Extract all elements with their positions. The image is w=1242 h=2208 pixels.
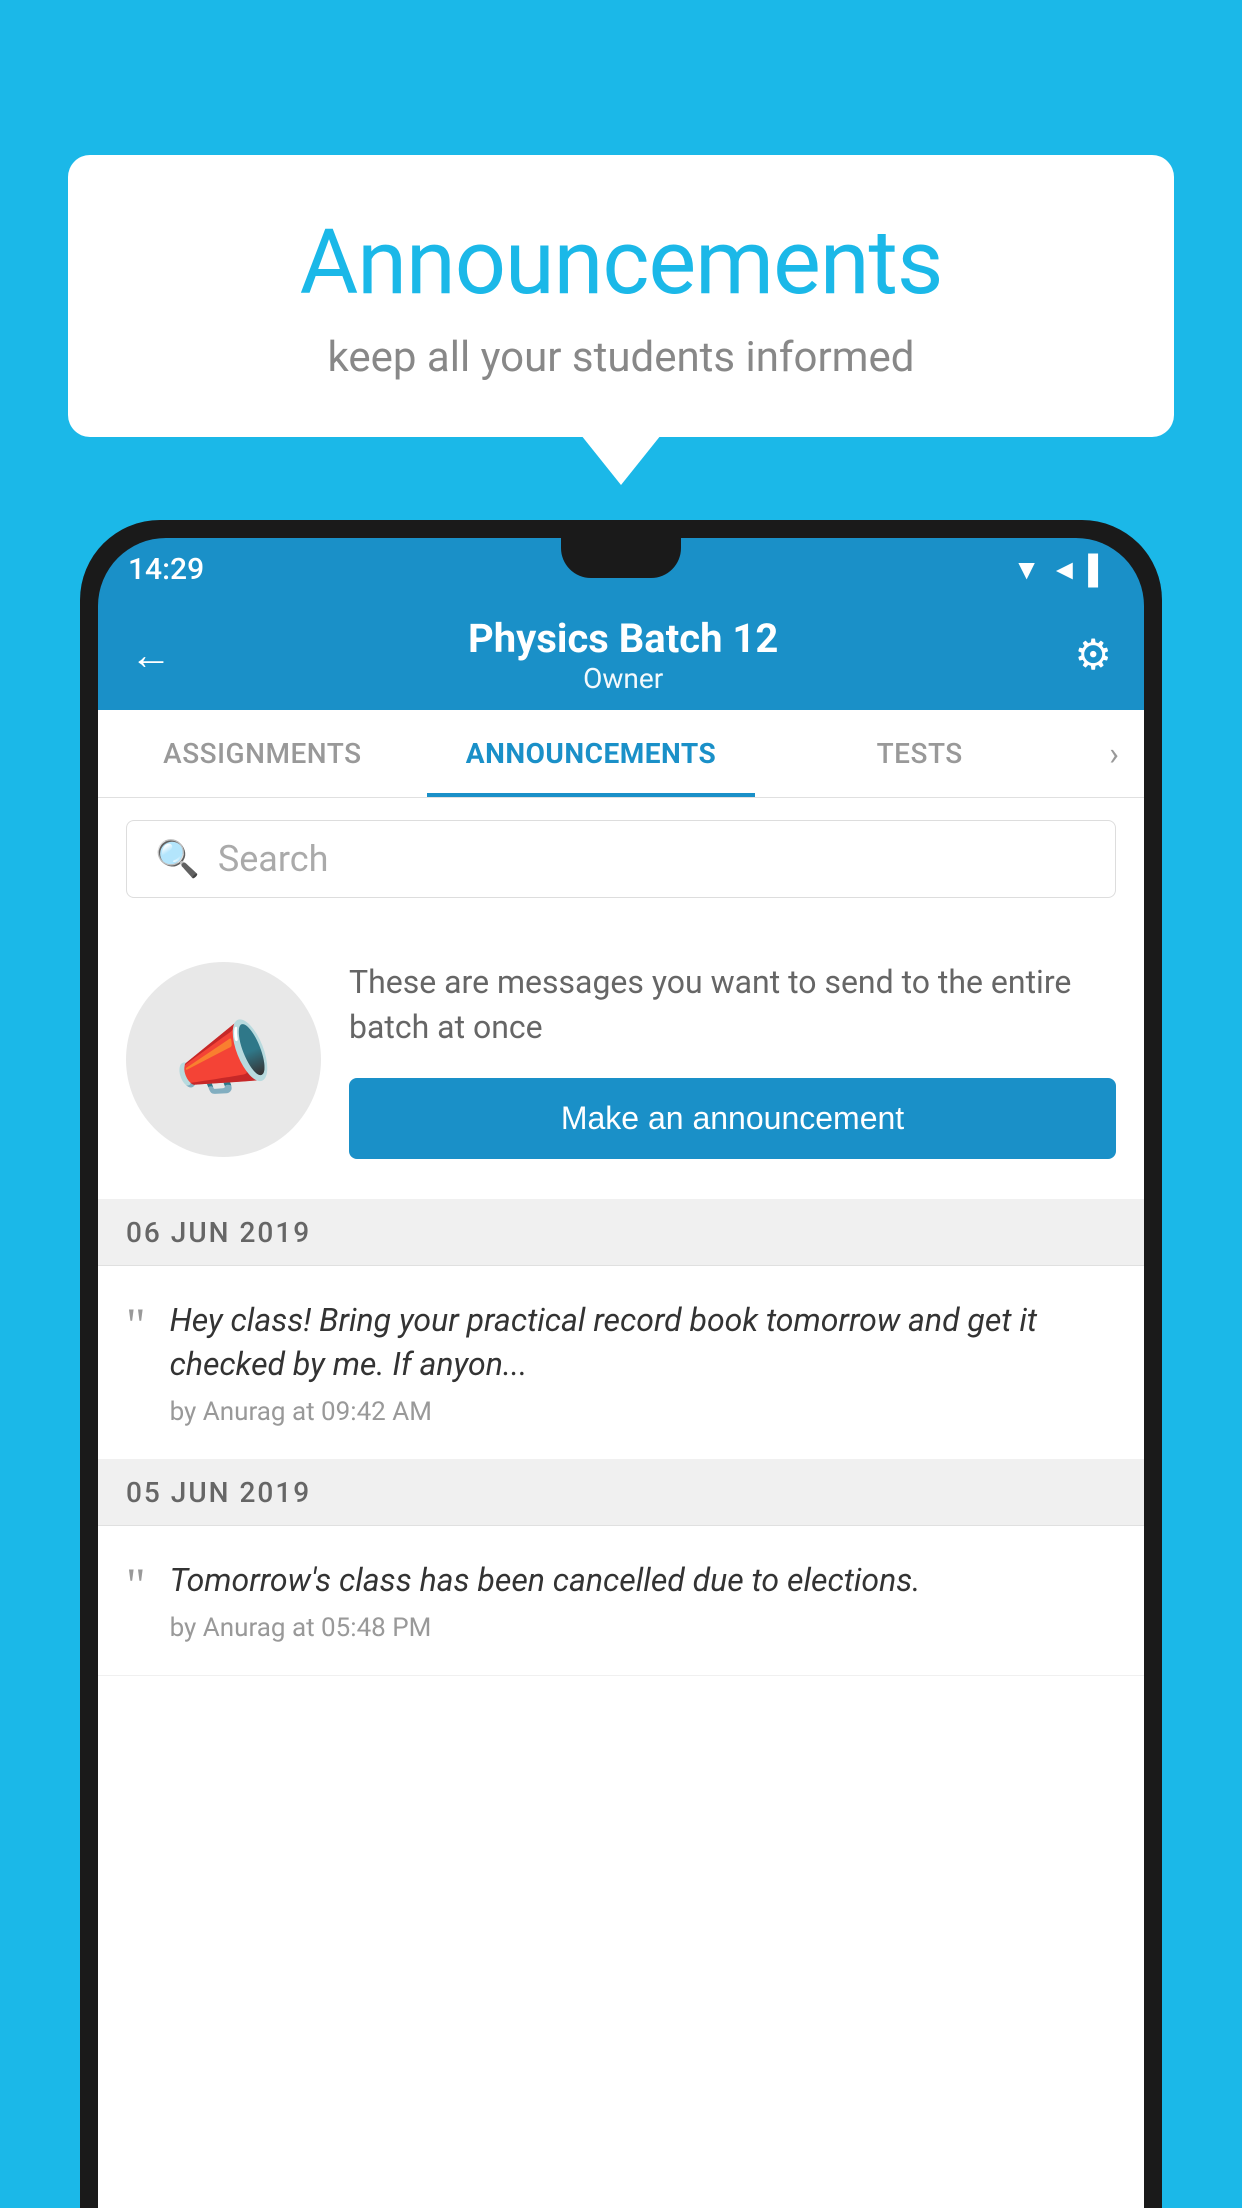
search-bar[interactable]: 🔍 Search	[126, 820, 1116, 898]
announcement-meta-1: by Anurag at 09:42 AM	[170, 1397, 1116, 1427]
search-container: 🔍 Search	[98, 798, 1144, 920]
tab-more[interactable]: ›	[1084, 735, 1144, 773]
promo-description: These are messages you want to send to t…	[349, 960, 1116, 1050]
status-bar: 14:29 ▼ ◄ ▌	[98, 538, 1144, 600]
quote-icon-1: "	[126, 1302, 146, 1350]
status-time: 14:29	[128, 552, 204, 587]
bubble-subtitle: keep all your students informed	[128, 333, 1114, 382]
speech-bubble-container: Announcements keep all your students inf…	[68, 155, 1174, 437]
header-subtitle: Owner	[468, 662, 778, 695]
wifi-icon: ▼	[1013, 553, 1041, 586]
announcement-promo: 📣 These are messages you want to send to…	[98, 920, 1144, 1200]
announcement-content-2: Tomorrow's class has been cancelled due …	[170, 1558, 1116, 1643]
announcement-meta-2: by Anurag at 05:48 PM	[170, 1613, 1116, 1643]
tab-announcements[interactable]: ANNOUNCEMENTS	[427, 710, 756, 797]
megaphone-circle: 📣	[126, 962, 321, 1157]
battery-icon: ▌	[1088, 553, 1108, 586]
announcement-text-2: Tomorrow's class has been cancelled due …	[170, 1558, 1116, 1603]
search-placeholder: Search	[218, 838, 329, 880]
announcement-item-1[interactable]: " Hey class! Bring your practical record…	[98, 1266, 1144, 1461]
signal-icon: ◄	[1050, 553, 1078, 586]
announcement-item-2[interactable]: " Tomorrow's class has been cancelled du…	[98, 1526, 1144, 1676]
settings-icon[interactable]: ⚙	[1074, 630, 1112, 680]
speech-bubble: Announcements keep all your students inf…	[68, 155, 1174, 437]
search-icon: 🔍	[155, 838, 200, 880]
date-separator-2: 05 JUN 2019	[98, 1460, 1144, 1526]
make-announcement-button[interactable]: Make an announcement	[349, 1078, 1116, 1159]
announcement-content-1: Hey class! Bring your practical record b…	[170, 1298, 1116, 1428]
phone-frame: 14:29 ▼ ◄ ▌ ← Physics Batch 12 Owner ⚙ A…	[80, 520, 1162, 2208]
app-header: ← Physics Batch 12 Owner ⚙	[98, 600, 1144, 710]
status-icons: ▼ ◄ ▌	[1013, 553, 1108, 586]
quote-icon-2: "	[126, 1562, 146, 1610]
tabs-container: ASSIGNMENTS ANNOUNCEMENTS TESTS ›	[98, 710, 1144, 798]
notch	[561, 538, 681, 578]
announcement-text-1: Hey class! Bring your practical record b…	[170, 1298, 1116, 1388]
back-button[interactable]: ←	[130, 631, 172, 680]
tab-tests[interactable]: TESTS	[755, 710, 1084, 797]
header-center: Physics Batch 12 Owner	[468, 615, 778, 695]
phone-screen: 14:29 ▼ ◄ ▌ ← Physics Batch 12 Owner ⚙ A…	[98, 538, 1144, 2208]
megaphone-icon: 📣	[174, 1012, 274, 1106]
header-title: Physics Batch 12	[468, 615, 778, 662]
phone-content: ASSIGNMENTS ANNOUNCEMENTS TESTS › 🔍 Sear…	[98, 710, 1144, 2208]
date-separator-1: 06 JUN 2019	[98, 1200, 1144, 1266]
promo-right: These are messages you want to send to t…	[349, 960, 1116, 1159]
bubble-title: Announcements	[128, 210, 1114, 315]
tab-assignments[interactable]: ASSIGNMENTS	[98, 710, 427, 797]
